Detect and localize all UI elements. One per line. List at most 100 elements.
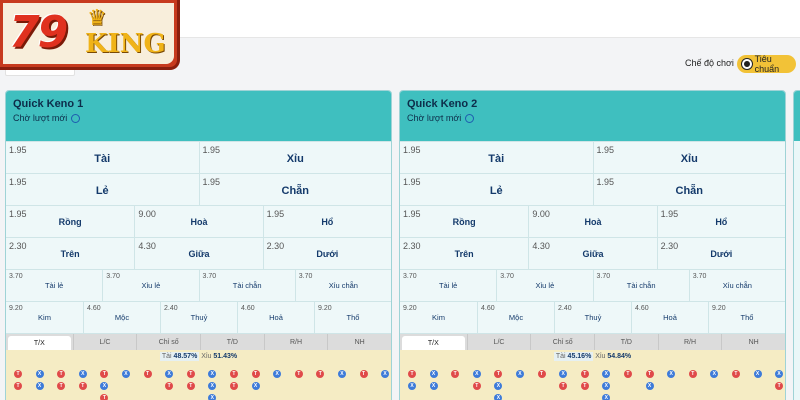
logo-number: 79 [9, 7, 68, 58]
bet-option-row4-2[interactable]: 2.30 Dưới [262, 238, 391, 269]
bet-option-row6-4[interactable]: 9.20 Thổ [708, 302, 785, 333]
bead-xiu: X [710, 370, 719, 378]
bet-odds: 3.70 [106, 273, 120, 280]
tab-3[interactable]: T/D [200, 334, 264, 350]
bet-option-row3-1[interactable]: 9.00 Hoà [134, 206, 262, 237]
bead-tai: T [186, 382, 195, 390]
bead-tai: T [472, 382, 481, 390]
bead-empty [316, 382, 324, 390]
bet-odds: 9.20 [318, 305, 332, 312]
bet-option-row2-1[interactable]: 1.95 Chẵn [592, 174, 786, 205]
bet-option-row5-1[interactable]: 3.70 Xỉu lẻ [102, 270, 198, 301]
bet-option-row6-1[interactable]: 4.60 Mộc [83, 302, 160, 333]
bet-option-row5-0[interactable]: 3.70 Tài lẻ [6, 270, 102, 301]
bet-option-row4-0[interactable]: 2.30 Trên [400, 238, 528, 269]
bead-empty [273, 394, 281, 400]
bead-tai: T [100, 394, 109, 400]
bet-option-row6-0[interactable]: 9.20 Kim [6, 302, 83, 333]
bet-option-row6-3[interactable]: 4.60 Hoả [631, 302, 708, 333]
bet-option-row4-2[interactable]: 2.30 Dưới [656, 238, 785, 269]
bet-odds: 4.60 [635, 305, 649, 312]
tab-3[interactable]: T/D [594, 334, 658, 350]
mode-toggle-standard[interactable]: Tiêu chuẩn [737, 54, 796, 74]
tab-5[interactable]: NH [327, 334, 391, 350]
tab-5[interactable]: NH [721, 334, 785, 350]
brand-logo[interactable]: 79 ♛ KING [0, 0, 180, 70]
bet-odds: 4.60 [481, 305, 495, 312]
stat-summary: Tài 45.16% Xỉu 54.84% [400, 352, 785, 361]
bet-label: Hổ [715, 217, 728, 227]
bet-label: Xỉu chẵn [328, 281, 358, 290]
tab-2[interactable]: Chỉ số [136, 334, 200, 350]
stat-xiu-label: Xỉu [201, 353, 212, 360]
bet-label: Hoà [190, 217, 208, 227]
bet-option-row6-3[interactable]: 4.60 Hoả [237, 302, 314, 333]
bet-option-row4-1[interactable]: 4.30 Giữa [134, 238, 262, 269]
tab-1[interactable]: L/C [466, 334, 531, 350]
bet-label: Thuỷ [584, 313, 602, 322]
bead-empty [338, 382, 346, 390]
bet-option-row3-1[interactable]: 9.00 Hoà [528, 206, 656, 237]
bet-option-row6-0[interactable]: 9.20 Kim [400, 302, 477, 333]
tab-0[interactable]: T/X [8, 336, 71, 350]
bet-option-row2-0[interactable]: 1.95 Lẻ [400, 174, 593, 205]
bet-option-row4-1[interactable]: 4.30 Giữa [528, 238, 656, 269]
bet-option-row5-1[interactable]: 3.70 Xỉu lẻ [496, 270, 592, 301]
bet-option-row3-2[interactable]: 1.95 Hổ [656, 206, 785, 237]
clock-icon [465, 113, 475, 123]
bet-row: 1.95 Rồng 9.00 Hoà 1.95 Hổ [6, 205, 391, 237]
bet-option-row1-0[interactable]: 1.95 Tài [400, 142, 593, 173]
bet-label: Dưới [710, 249, 733, 259]
bet-option-row6-2[interactable]: 2.40 Thuỷ [554, 302, 631, 333]
bet-option-row6-1[interactable]: 4.60 Mộc [477, 302, 554, 333]
tab-2[interactable]: Chỉ số [530, 334, 594, 350]
panel-status: Chờ lượt mới [407, 113, 778, 123]
bet-option-row5-3[interactable]: 3.70 Xỉu chẵn [294, 270, 391, 301]
bead-empty [451, 394, 459, 400]
bead-empty [754, 394, 762, 400]
bet-option-row5-3[interactable]: 3.70 Xỉu chẵn [688, 270, 785, 301]
bet-option-row4-0[interactable]: 2.30 Trên [6, 238, 134, 269]
bet-option-row6-4[interactable]: 9.20 Thổ [314, 302, 391, 333]
bead-empty [581, 394, 589, 400]
tab-4[interactable]: R/H [657, 334, 722, 350]
bet-label: Tài lẻ [44, 281, 64, 290]
stat-tai-value: 48.57% [173, 353, 198, 360]
radio-selected-icon [742, 59, 752, 69]
bet-label: Chẵn [281, 185, 310, 197]
bet-option-row5-0[interactable]: 3.70 Tài lẻ [400, 270, 496, 301]
stat-tai: Tài 48.57% [159, 352, 200, 361]
bet-option-row3-0[interactable]: 1.95 Rồng [400, 206, 528, 237]
bet-option-row6-2[interactable]: 2.40 Thuỷ [160, 302, 237, 333]
bead-tai: T [100, 370, 109, 378]
bead-xiu: X [35, 370, 44, 378]
bet-odds: 3.70 [692, 273, 707, 280]
panel-title: Quick Keno 2 [407, 98, 478, 110]
tab-4[interactable]: R/H [263, 334, 328, 350]
bet-option-row2-0[interactable]: 1.95 Lẻ [6, 174, 199, 205]
bead-empty [14, 394, 22, 400]
bet-row: 1.95 Tài 1.95 Xỉu [6, 141, 391, 173]
bead-road: TXTXTXTXTXTTXTXTXXXXTXTTXXTXX [408, 370, 784, 400]
tab-1[interactable]: L/C [72, 334, 137, 350]
bet-option-row3-0[interactable]: 1.95 Rồng [6, 206, 134, 237]
bet-label: Xỉu [680, 153, 698, 165]
bet-option-row2-1[interactable]: 1.95 Chẵn [198, 174, 392, 205]
bet-option-row5-2[interactable]: 3.70 Tài chẵn [592, 270, 689, 301]
bet-label: Hổ [321, 217, 334, 227]
bet-odds: 2.40 [164, 305, 178, 312]
bet-option-row1-0[interactable]: 1.95 Tài [6, 142, 199, 173]
bead-empty [710, 394, 718, 400]
bet-option-row1-1[interactable]: 1.95 Xỉu [592, 142, 786, 173]
bead-empty [667, 394, 675, 400]
stat-tai-label: Tài [555, 353, 566, 360]
bet-option-row1-1[interactable]: 1.95 Xỉu [198, 142, 392, 173]
bead-empty [338, 394, 346, 400]
bet-row: 2.30 Trên 4.30 Giữa 2.30 Dưới [6, 237, 391, 269]
bet-option-row3-2[interactable]: 1.95 Hổ [262, 206, 391, 237]
bead-empty [559, 394, 567, 400]
tab-0[interactable]: T/X [402, 336, 465, 350]
bead-xiu: X [494, 382, 503, 390]
stats-tabs: T/X L/C Chỉ số T/D R/H NH [6, 333, 391, 350]
bet-option-row5-2[interactable]: 3.70 Tài chẵn [198, 270, 295, 301]
